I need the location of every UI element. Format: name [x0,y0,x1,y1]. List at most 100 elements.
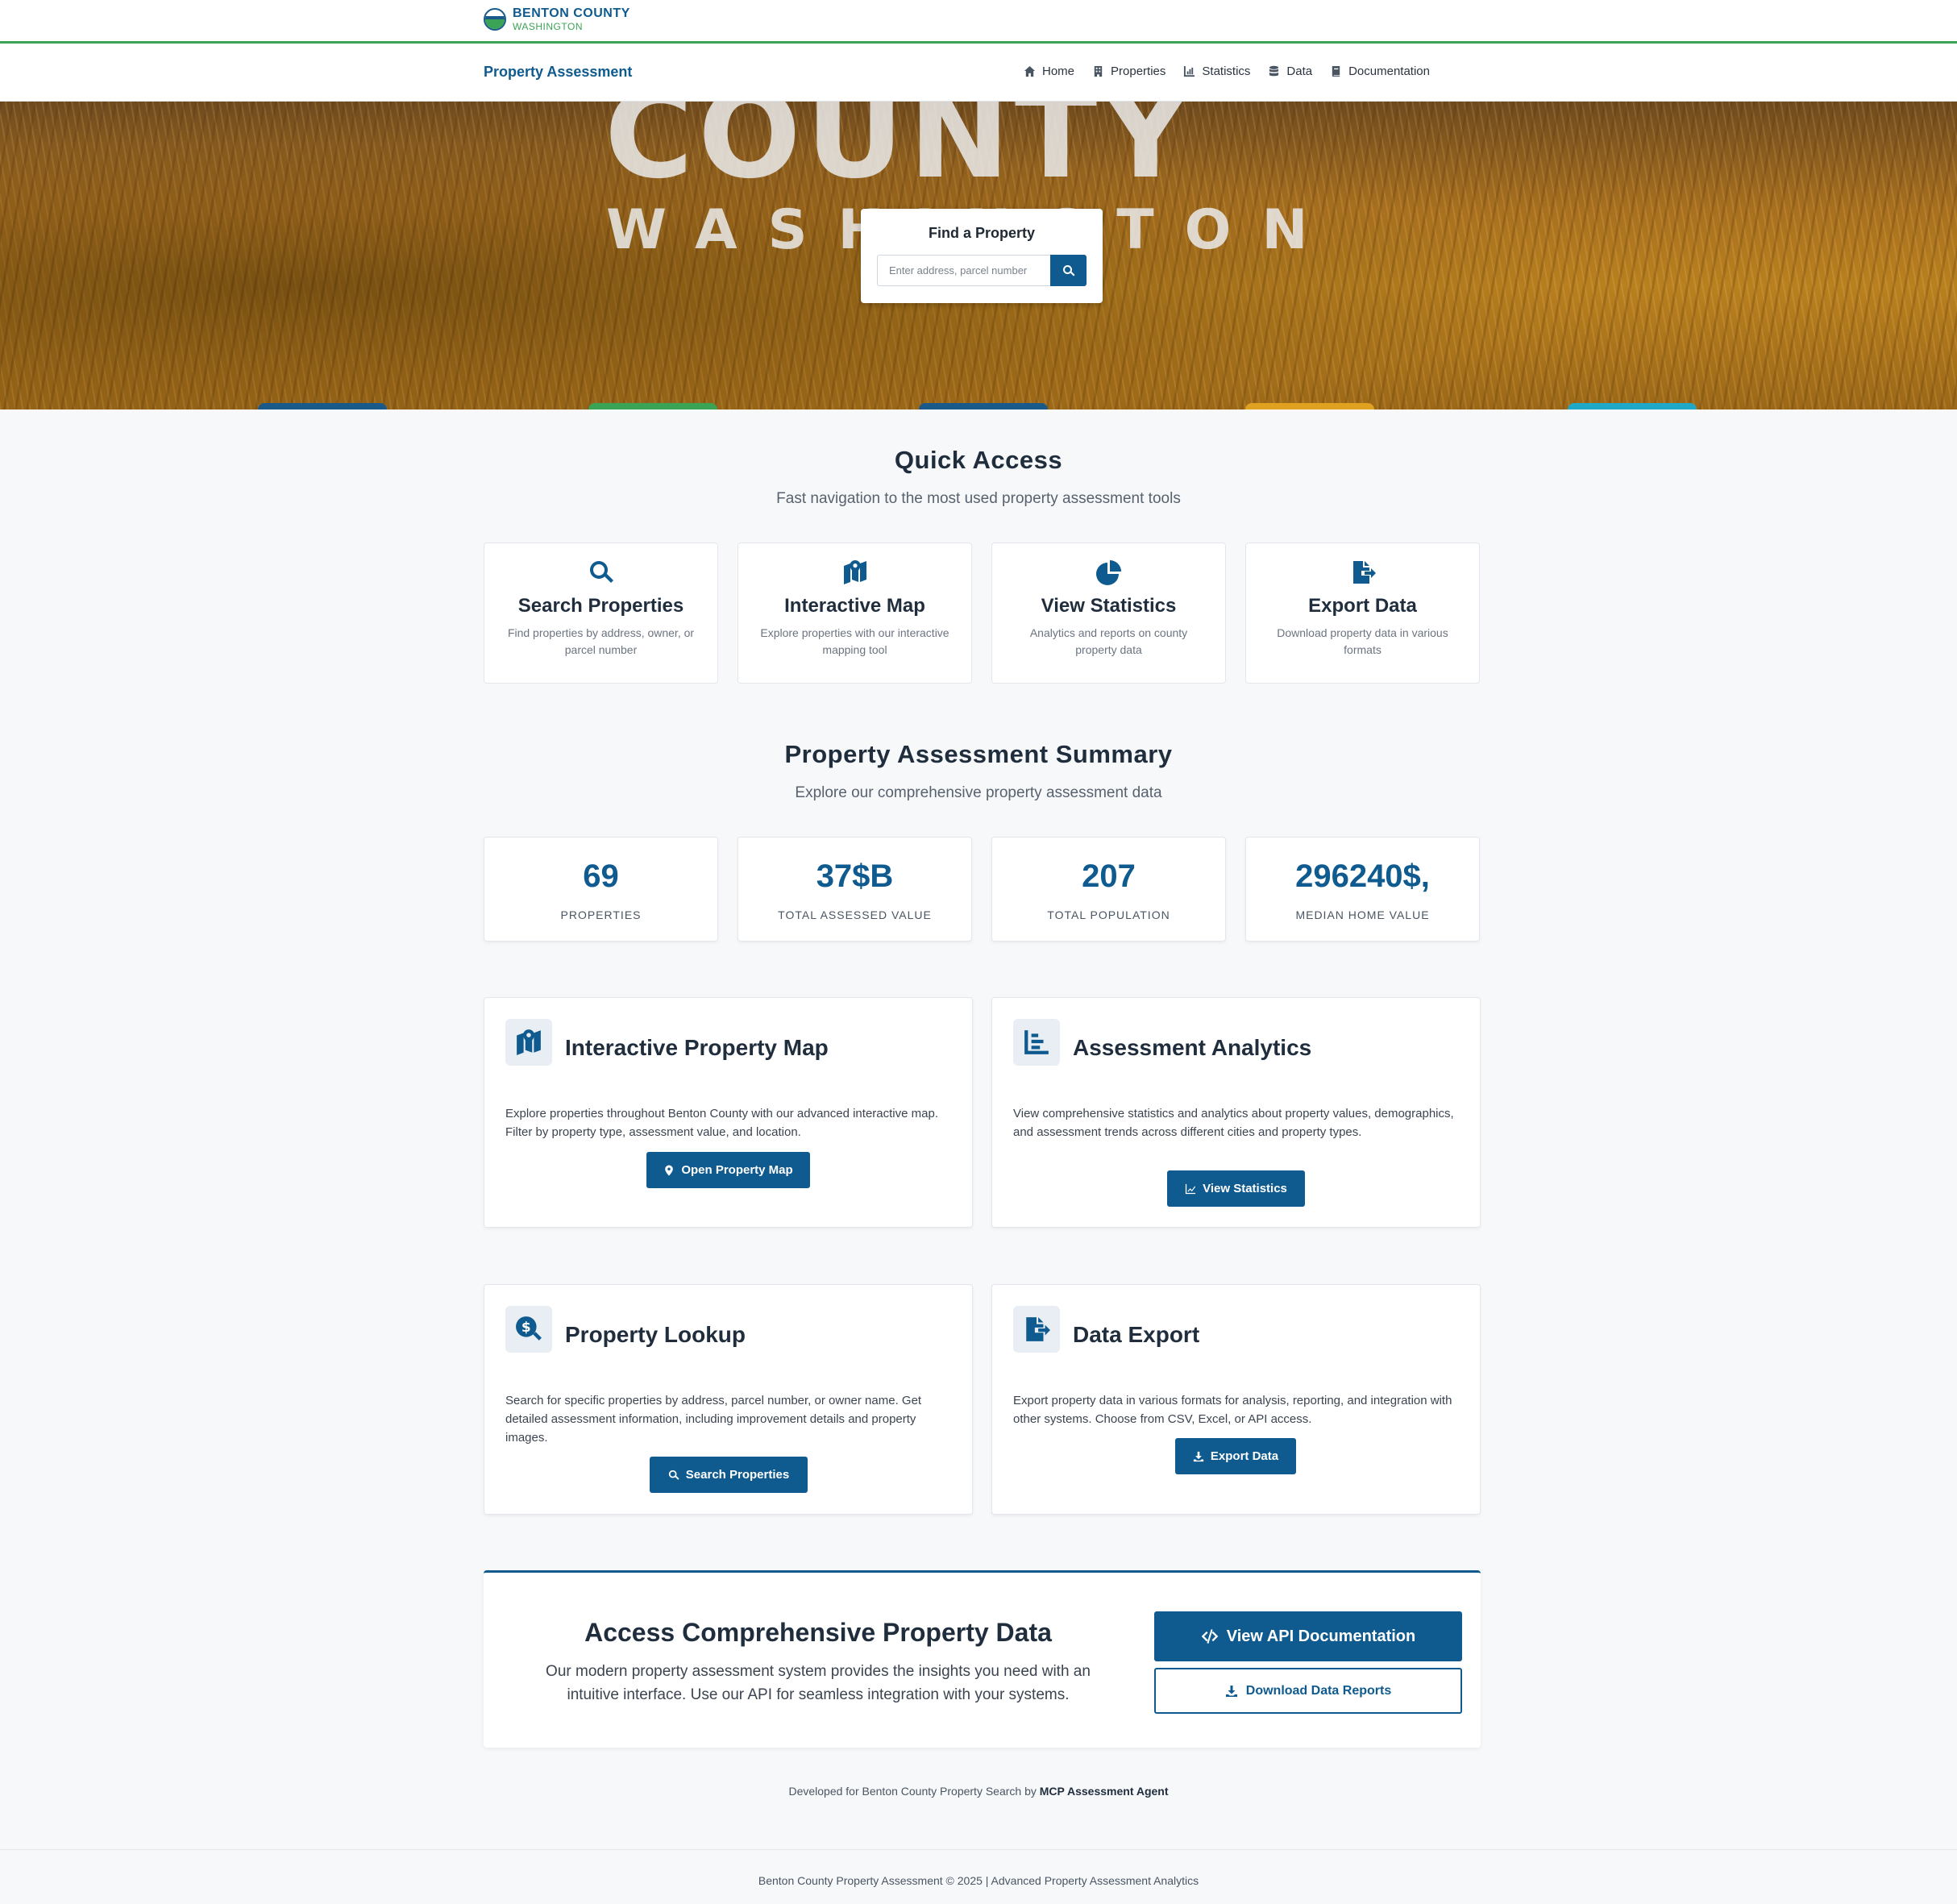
quick-card-export[interactable]: Export Data Download property data in va… [1245,543,1480,684]
hero-tabs [0,403,1957,409]
building-icon [1094,65,1103,77]
property-search-button[interactable] [1050,255,1087,286]
feature-desc: Search for specific properties by addres… [505,1394,922,1445]
feature-card-analytics: Assessment Analytics View comprehensive … [991,997,1481,1228]
search-icon [589,561,613,583]
quick-card-desc: Find properties by address, owner, or pa… [507,626,695,656]
export-data-button[interactable]: Export Data [1175,1438,1296,1474]
button-label: Open Property Map [681,1163,793,1177]
nav-properties[interactable]: Properties [1092,64,1165,78]
feature-title: Property Lookup [565,1322,746,1347]
button-label: Download Data Reports [1245,1683,1392,1698]
stat-value: 69 [583,858,619,894]
stat-card-median-home-value: 296240$, MEDIAN HOME VALUE [1245,837,1480,942]
summary-subtitle: Explore our comprehensive property asses… [795,784,1162,801]
nav-properties-label: Properties [1111,64,1166,78]
navbar: Property Assessment Home Properties Stat… [0,44,1957,102]
stat-value: 207 [1082,858,1136,894]
download-icon [1225,1685,1237,1697]
quick-access-title: Quick Access [894,446,1063,474]
nav-home[interactable]: Home [1024,64,1074,78]
api-access-panel: Access Comprehensive Property Data Our m… [484,1570,1481,1748]
footer: Benton County Property Assessment © 2025… [0,1849,1957,1904]
quick-card-desc: Explore properties with our interactive … [760,626,949,656]
feature-title: Interactive Property Map [565,1035,829,1060]
code-icon [1201,1629,1219,1644]
button-label: View API Documentation [1226,1627,1416,1645]
button-label: Export Data [1210,1449,1279,1463]
credit-prefix: Developed for Benton County Property Sea… [788,1785,1040,1798]
database-icon [1269,65,1279,77]
feature-title: Data Export [1073,1322,1200,1347]
stat-label: TOTAL POPULATION [1047,908,1170,921]
pie-chart-icon [1095,560,1121,585]
county-logo[interactable]: BENTON COUNTY WASHINGTON [484,6,630,32]
map-icon [843,560,866,584]
feature-desc: Explore properties throughout Benton Cou… [505,1107,938,1139]
developer-credit: Developed for Benton County Property Sea… [0,1785,1957,1798]
stat-label: PROPERTIES [560,908,642,921]
stat-value: 37$B [816,858,894,894]
cta-title: Access Comprehensive Property Data [584,1618,1052,1647]
feature-card-property-map: Interactive Property Map Explore propert… [484,997,973,1228]
hero-tab[interactable] [258,403,387,409]
cta-text: Our modern property assessment system pr… [546,1663,1091,1703]
view-api-documentation-button[interactable]: View API Documentation [1154,1611,1462,1661]
nav-statistics-label: Statistics [1202,64,1251,78]
stat-card-assessed-value: 37$B TOTAL ASSESSED VALUE [738,837,972,942]
search-dollar-icon: $ [516,1316,542,1341]
search-properties-button[interactable]: Search Properties [650,1457,808,1493]
quick-card-desc: Download property data in various format… [1277,626,1448,656]
property-search-input[interactable] [877,255,1050,286]
chart-icon [1184,65,1195,77]
stat-card-properties: 69 PROPERTIES [484,837,718,942]
nav-statistics[interactable]: Statistics [1183,64,1250,78]
button-label: View Statistics [1203,1182,1287,1195]
quick-card-map[interactable]: Interactive Map Explore properties with … [738,543,972,684]
feature-desc: View comprehensive statistics and analyt… [1013,1107,1454,1139]
summary-title: Property Assessment Summary [784,740,1173,768]
quick-card-search[interactable]: Search Properties Find properties by add… [484,543,718,684]
quick-card-title: Interactive Map [784,595,925,617]
download-data-reports-button[interactable]: Download Data Reports [1154,1668,1462,1714]
download-icon [1193,1451,1204,1461]
book-icon [1332,65,1340,77]
file-export-icon [1026,1317,1050,1341]
quick-card-desc: Analytics and reports on county property… [1029,626,1188,656]
nav-links: Home Properties Statistics Data Document… [1024,64,1430,78]
hero-county-text: COUNTY [605,102,1195,206]
stat-card-population: 207 TOTAL POPULATION [991,837,1226,942]
button-label: Search Properties [685,1468,790,1482]
nav-brand[interactable]: Property Assessment [484,64,632,81]
search-icon [668,1470,679,1480]
line-chart-icon [1185,1183,1196,1194]
hero-tab[interactable] [1245,403,1374,409]
quick-access-subtitle: Fast navigation to the most used propert… [776,490,1181,507]
view-statistics-button[interactable]: View Statistics [1167,1170,1305,1207]
nav-home-label: Home [1042,64,1075,78]
find-property-box: Find a Property [861,209,1103,303]
nav-documentation-label: Documentation [1348,64,1430,78]
footer-text: Benton County Property Assessment © 2025… [758,1874,1199,1887]
stat-label: MEDIAN HOME VALUE [1295,908,1430,921]
feature-title: Assessment Analytics [1073,1035,1312,1060]
quick-card-title: Export Data [1308,595,1417,617]
nav-data[interactable]: Data [1268,64,1312,78]
feature-desc: Export property data in various formats … [1013,1394,1452,1426]
nav-data-label: Data [1286,64,1313,78]
top-bar: BENTON COUNTY WASHINGTON [0,0,1957,44]
logo-subtitle: WASHINGTON [513,21,584,32]
find-property-title: Find a Property [928,225,1036,241]
stat-label: TOTAL ASSESSED VALUE [778,908,932,921]
feature-card-property-lookup: $ Property Lookup Search for specific pr… [484,1284,973,1515]
nav-documentation[interactable]: Documentation [1330,64,1430,78]
quick-card-statistics[interactable]: View Statistics Analytics and reports on… [991,543,1226,684]
hero-tab[interactable] [919,403,1048,409]
map-marker-icon [665,1164,674,1176]
open-property-map-button[interactable]: Open Property Map [646,1152,810,1188]
stat-value: 296240$, [1295,858,1430,894]
search-icon [1062,264,1074,276]
hero-tab[interactable] [1568,403,1697,409]
hero-tab[interactable] [588,403,717,409]
file-export-icon [1352,561,1376,584]
